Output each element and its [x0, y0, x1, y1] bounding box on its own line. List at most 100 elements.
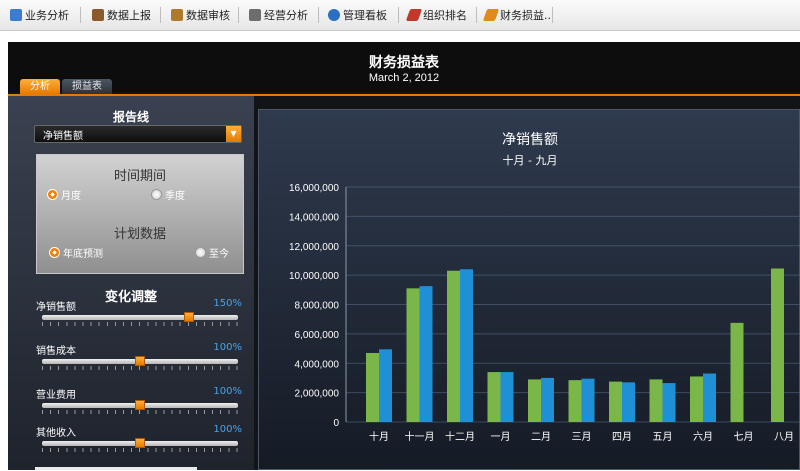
- slider-label: 其他收入: [36, 428, 76, 439]
- toolbar-separator: [80, 7, 81, 23]
- toolbar-item-label: 数据审核: [186, 9, 230, 22]
- radio-label: 季度: [165, 191, 185, 202]
- y-tick-label: 12,000,000: [289, 242, 339, 253]
- chart-subtitle: 十月 - 九月: [503, 153, 558, 167]
- x-tick-label: 十一月: [405, 430, 435, 443]
- toolbar-item-business-analysis[interactable]: 业务分析: [10, 6, 69, 24]
- slider-handle[interactable]: [135, 400, 145, 410]
- book-icon: [92, 9, 104, 21]
- bar: [649, 379, 663, 422]
- bar: [500, 372, 514, 422]
- y-tick-label: 6,000,000: [295, 330, 340, 341]
- x-tick-label: 十二月: [445, 430, 475, 443]
- toolbar-item-label: 管理看板: [343, 9, 387, 22]
- options-box: 时间期间 月度 季度 计划数据 年底预测 至今: [36, 154, 244, 274]
- toolbar-item-operation-analysis[interactable]: 经营分析: [249, 6, 308, 24]
- x-tick-label: 八月: [774, 431, 794, 443]
- slider-label: 销售成本: [36, 346, 76, 357]
- slider-label: 营业费用: [36, 390, 76, 401]
- clipboard-icon: [171, 9, 183, 21]
- x-tick-label: 七月: [734, 431, 754, 443]
- x-tick-label: 六月: [693, 431, 713, 443]
- y-tick-label: 8,000,000: [295, 301, 340, 312]
- bar: [366, 352, 379, 422]
- bar: [662, 383, 676, 422]
- slider-ticks: [42, 448, 238, 452]
- toolbar-item-data-review[interactable]: 数据审核: [171, 6, 230, 24]
- dashboard-date: March 2, 2012: [368, 72, 440, 84]
- bar: [460, 269, 473, 422]
- slider-value: 100%: [213, 424, 242, 435]
- grid-icon: [10, 9, 22, 21]
- slider-value: 150%: [213, 298, 242, 309]
- bar: [528, 379, 541, 422]
- chevron-down-icon[interactable]: ▼: [226, 126, 241, 142]
- slider-value: 100%: [213, 342, 242, 353]
- toolbar-separator: [476, 7, 477, 23]
- plan-data-title: 计划数据: [113, 227, 166, 242]
- chart-title: 净销售额: [502, 132, 558, 148]
- radio-selected-icon: [49, 247, 60, 258]
- slider-value: 100%: [213, 386, 242, 397]
- toolbar-item-label: 数据上报: [107, 9, 151, 22]
- radio-year-end-forecast[interactable]: 年底预测: [49, 245, 103, 260]
- x-tick-label: 三月: [572, 431, 592, 443]
- top-toolbar: 业务分析 数据上报 数据审核 经营分析 管理看板 组织排名 财务损益..: [0, 0, 800, 31]
- report-line-label: 报告线: [112, 110, 149, 124]
- radio-monthly[interactable]: 月度: [47, 187, 81, 202]
- x-tick-label: 二月: [531, 431, 551, 443]
- tab-profit-loss[interactable]: 损益表: [62, 79, 112, 94]
- radio-label: 月度: [61, 191, 81, 202]
- toolbar-item-label: 组织排名: [423, 9, 467, 22]
- adjustment-slider[interactable]: [42, 315, 238, 320]
- bar: [541, 377, 554, 422]
- toolbar-separator: [398, 7, 399, 23]
- x-tick-label: 四月: [612, 431, 632, 443]
- x-tick-label: 十月: [369, 430, 389, 443]
- net-sales-bar-chart: 净销售额十月 - 九月 0 2,000,000 4,000,000 6,000,000 8…: [289, 132, 800, 443]
- bar: [568, 380, 582, 422]
- y-tick-label: 16,000,000: [289, 183, 339, 194]
- bar: [447, 270, 460, 422]
- report-line-select[interactable]: 净销售额 ▼: [34, 125, 242, 143]
- toolbar-item-data-report[interactable]: 数据上报: [92, 6, 151, 24]
- bar: [609, 381, 622, 422]
- toolbar-separator: [318, 7, 319, 23]
- radio-quarterly[interactable]: 季度: [151, 187, 185, 202]
- radio-unselected-icon: [195, 247, 206, 258]
- radio-to-date[interactable]: 至今: [195, 245, 229, 260]
- slider-handle[interactable]: [135, 438, 145, 448]
- bar: [581, 378, 595, 422]
- toolbar-item-management-board[interactable]: 管理看板: [328, 6, 387, 24]
- y-tick-label: 0: [333, 418, 339, 429]
- report-line-selected-value: 净销售额: [43, 131, 83, 142]
- slider-handle[interactable]: [184, 312, 194, 322]
- toolbar-separator: [552, 7, 553, 23]
- time-period-title: 时间期间: [113, 169, 166, 184]
- pencil-icon: [405, 9, 423, 21]
- y-tick-label: 4,000,000: [295, 359, 340, 370]
- slider-label: 净销售额: [36, 302, 76, 313]
- y-tick-label: 14,000,000: [289, 212, 339, 223]
- tab-analysis[interactable]: 分析: [20, 79, 60, 94]
- radio-label: 年底预测: [63, 249, 103, 260]
- control-panel: 报告线 净销售额 ▼ 时间期间 月度 季度 计划数据 年底预测 至今 变化调整 …: [8, 96, 254, 470]
- radio-selected-icon: [47, 189, 58, 200]
- y-tick-label: 2,000,000: [295, 389, 340, 400]
- bar: [419, 286, 433, 422]
- bar: [487, 372, 501, 422]
- pencil-icon: [482, 9, 500, 21]
- toolbar-item-org-ranking[interactable]: 组织排名: [405, 6, 467, 24]
- y-tick-label: 10,000,000: [289, 271, 339, 282]
- toolbar-item-financial-pl[interactable]: 财务损益..: [482, 6, 551, 24]
- bar: [771, 268, 784, 422]
- toolbar-separator: [160, 7, 161, 23]
- bar: [379, 349, 392, 422]
- slider-ticks: [42, 410, 238, 414]
- p-icon: [328, 9, 340, 21]
- bar: [730, 322, 744, 422]
- bar: [622, 382, 635, 422]
- bar: [406, 288, 420, 422]
- x-tick-label: 一月: [491, 431, 511, 443]
- slider-handle[interactable]: [135, 356, 145, 366]
